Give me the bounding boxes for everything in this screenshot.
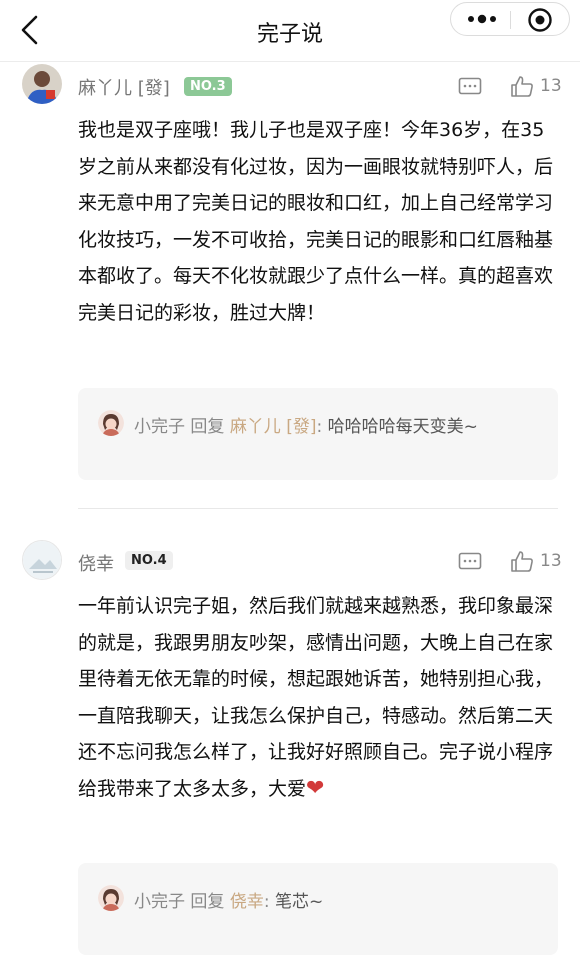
reply-box: 小完子 回复 侥幸: 笔芯~ xyxy=(78,863,558,955)
reply-to-name: 侥幸 xyxy=(229,892,264,912)
heart-emoji-icon: ❤ xyxy=(306,775,325,801)
reply-verb: 回复 xyxy=(190,892,225,912)
rank-badge: NO.3 xyxy=(184,77,232,96)
reply-message: 笔芯~ xyxy=(274,892,324,912)
reply-verb: 回复 xyxy=(190,417,225,437)
reply-to-name: 麻丫儿 [發] xyxy=(229,417,317,437)
reply-author: 小完子 xyxy=(134,892,185,912)
reply-comment-icon[interactable] xyxy=(458,77,482,97)
reply-colon: : xyxy=(263,892,270,912)
reply-message: 哈哈哈哈每天变美~ xyxy=(327,417,478,437)
mini-program-capsule xyxy=(450,2,570,36)
commenter-name: 侥幸 xyxy=(78,554,114,575)
thumbs-up-icon[interactable] xyxy=(510,75,534,97)
like-count: 13 xyxy=(540,76,562,96)
comment-text: 我也是双子座哦！我儿子也是双子座！今年36岁，在35岁之前从来都没有化过妆，因为… xyxy=(78,119,554,324)
commenter-name: 麻丫儿 [發] xyxy=(78,78,170,99)
reply-avatar xyxy=(98,885,124,911)
comment-text-body: 一年前认识完子姐，然后我们就越来越熟悉，我印象最深的就是，我跟男朋友吵架，感情出… xyxy=(78,595,554,800)
reply-text: 小完子 回复 侥幸: 笔芯~ xyxy=(134,887,323,912)
avatar[interactable] xyxy=(22,540,62,580)
rank-badge: NO.4 xyxy=(125,551,173,570)
reply-comment-icon[interactable] xyxy=(458,552,482,572)
avatar[interactable] xyxy=(22,64,62,104)
divider xyxy=(78,508,558,509)
more-dots-icon[interactable] xyxy=(465,11,501,27)
reply-avatar xyxy=(98,410,124,436)
reply-author: 小完子 xyxy=(134,417,185,437)
reply-colon: : xyxy=(316,417,323,437)
close-target-icon[interactable] xyxy=(527,7,553,33)
capsule-divider xyxy=(510,11,511,29)
thumbs-up-icon[interactable] xyxy=(510,550,534,572)
reply-box: 小完子 回复 麻丫儿 [發]: 哈哈哈哈每天变美~ xyxy=(78,388,558,480)
comment-text: 一年前认识完子姐，然后我们就越来越熟悉，我印象最深的就是，我跟男朋友吵架，感情出… xyxy=(78,588,554,807)
nav-bar: 完子说 xyxy=(0,0,580,62)
reply-text: 小完子 回复 麻丫儿 [發]: 哈哈哈哈每天变美~ xyxy=(134,412,478,437)
like-count: 13 xyxy=(540,551,562,571)
